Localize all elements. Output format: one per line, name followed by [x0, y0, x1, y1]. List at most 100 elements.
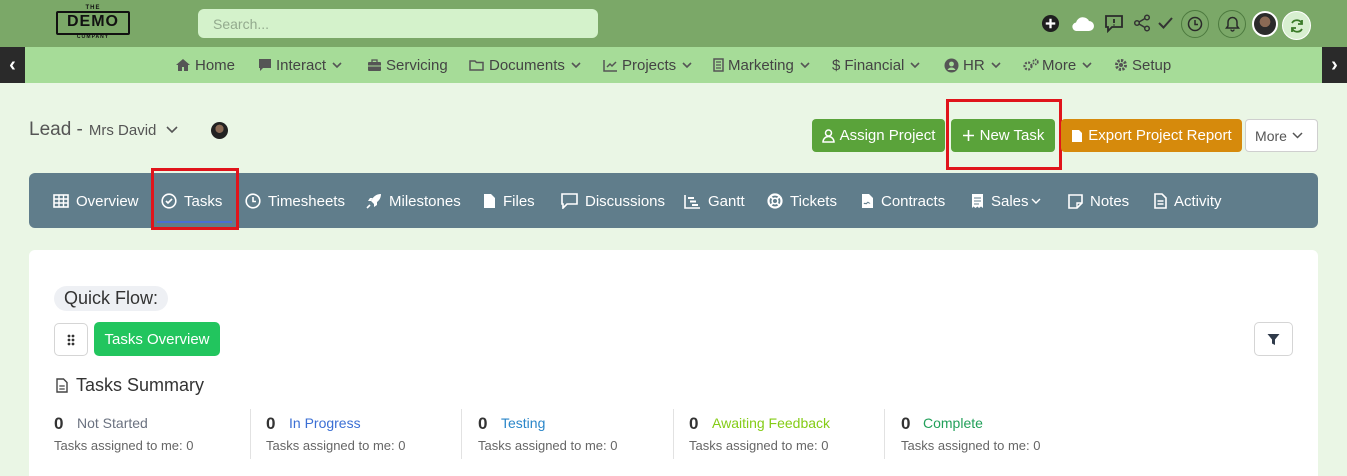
chevron-down-icon	[1031, 198, 1041, 204]
lead-selector[interactable]: Lead - Mrs David	[29, 119, 178, 141]
tab-gantt[interactable]: Gantt	[684, 190, 745, 212]
stat-count: 0	[689, 414, 699, 433]
stat-assigned: Tasks assigned to me: 0	[266, 438, 406, 453]
stat-status[interactable]: Not Started	[77, 415, 148, 431]
chevron-down-icon	[910, 61, 920, 68]
stat-testing: 0 Testing Tasks assigned to me: 0	[461, 409, 673, 459]
tab-discussions[interactable]: Discussions	[561, 190, 665, 212]
clock-icon[interactable]	[1181, 10, 1209, 38]
stat-status[interactable]: Awaiting Feedback	[712, 415, 830, 431]
nav-item-label: More	[1042, 56, 1077, 74]
tab-label: Milestones	[389, 192, 461, 210]
nav-item-label: Interact	[276, 56, 327, 74]
stat-status[interactable]: Complete	[923, 415, 983, 431]
tab-contracts[interactable]: Contracts	[861, 190, 945, 212]
nav-item-more[interactable]: More	[1022, 55, 1092, 75]
tab-label: Notes	[1090, 192, 1130, 210]
main-nav: ‹ › Home Interact Servicing Documents Pr…	[0, 47, 1347, 83]
nav-item-projects[interactable]: Projects	[603, 55, 692, 75]
user-circle-icon	[944, 58, 959, 72]
stat-assigned: Tasks assigned to me: 0	[54, 438, 194, 453]
nav-item-label: Projects	[622, 56, 677, 74]
tasks-tab-highlight	[151, 168, 239, 230]
stat-status[interactable]: Testing	[501, 415, 545, 431]
chevron-down-icon	[332, 61, 342, 68]
tab-label: Discussions	[585, 192, 666, 210]
contract-icon	[862, 194, 873, 208]
stat-awaiting-feedback: 0 Awaiting Feedback Tasks assigned to me…	[673, 409, 885, 459]
table-icon	[53, 194, 69, 208]
tab-notes[interactable]: Notes	[1068, 190, 1129, 212]
chevron-down-icon	[1292, 132, 1303, 139]
nav-item-label: Marketing	[728, 56, 794, 74]
assign-project-button[interactable]: Assign Project	[812, 119, 945, 152]
list-icon	[713, 58, 724, 72]
stat-count: 0	[901, 414, 911, 433]
share-icon[interactable]	[1131, 12, 1153, 34]
search-input[interactable]	[198, 9, 598, 38]
tab-activity[interactable]: Activity	[1154, 190, 1222, 212]
cloud-icon[interactable]	[1069, 12, 1095, 34]
lead-avatar[interactable]	[211, 122, 228, 139]
nav-scroll-left-icon[interactable]: ‹	[0, 47, 25, 83]
tasks-overview-button[interactable]: Tasks Overview	[94, 322, 220, 356]
nav-item-setup[interactable]: Setup	[1114, 55, 1171, 75]
nav-item-servicing[interactable]: Servicing	[367, 55, 448, 75]
nav-item-label: Setup	[1132, 56, 1172, 74]
tab-label: Tickets	[790, 192, 837, 210]
grid-toggle-button[interactable]	[54, 323, 88, 356]
bell-icon[interactable]	[1218, 10, 1246, 38]
tab-milestones[interactable]: Milestones	[366, 190, 461, 212]
gear-icon	[1115, 59, 1127, 71]
user-icon	[821, 128, 835, 143]
export-project-report-button[interactable]: Export Project Report	[1061, 119, 1242, 152]
stat-not-started: 0 Not Started Tasks assigned to me: 0	[54, 409, 266, 459]
user-avatar[interactable]	[1252, 11, 1278, 37]
nav-item-home[interactable]: Home	[175, 55, 235, 75]
grid-dots-icon	[67, 334, 75, 345]
chart-icon	[603, 59, 617, 72]
nav-item-label: Servicing	[386, 56, 448, 74]
nav-item-documents[interactable]: Documents	[469, 55, 581, 75]
stat-count: 0	[54, 414, 64, 433]
refresh-icon[interactable]	[1282, 11, 1311, 40]
tab-tickets[interactable]: Tickets	[767, 190, 837, 212]
tab-label: Gantt	[708, 192, 745, 210]
stat-status[interactable]: In Progress	[289, 415, 361, 431]
nav-item-financial[interactable]: $ Financial	[832, 55, 920, 75]
stat-count: 0	[478, 414, 488, 433]
lead-prefix: Lead -	[29, 119, 83, 140]
company-logo[interactable]: THE DEMO COMPANY	[54, 5, 132, 40]
chat-icon[interactable]	[1103, 12, 1125, 34]
tab-label: Contracts	[881, 192, 946, 210]
chevron-down-icon	[1082, 61, 1092, 68]
chevron-down-icon	[571, 61, 581, 68]
export-report-label: Export Project Report	[1088, 127, 1232, 144]
more-label: More	[1255, 127, 1287, 144]
nav-scroll-right-icon[interactable]: ›	[1322, 47, 1347, 83]
nav-item-label: HR	[963, 56, 985, 74]
nav-item-hr[interactable]: HR	[944, 55, 1001, 75]
lead-name: Mrs David	[88, 121, 157, 139]
plus-circle-icon[interactable]	[1039, 12, 1061, 34]
tab-sales[interactable]: Sales	[971, 190, 1048, 212]
tab-files[interactable]: Files	[483, 190, 535, 212]
check-icon[interactable]	[1154, 12, 1176, 34]
cogs-icon	[1023, 58, 1039, 71]
nav-item-label: Documents	[489, 56, 565, 74]
comment-icon	[561, 193, 578, 209]
chevron-down-icon	[166, 126, 178, 134]
stat-count: 0	[266, 414, 276, 433]
more-button[interactable]: More	[1245, 119, 1318, 152]
dollar-icon: $	[832, 56, 841, 74]
gantt-icon	[684, 194, 700, 209]
filter-button[interactable]	[1254, 322, 1293, 356]
quick-flow-label: Quick Flow:	[54, 286, 169, 311]
activity-icon	[1154, 193, 1167, 209]
folder-icon	[469, 59, 484, 71]
tab-overview[interactable]: Overview	[53, 190, 139, 212]
tab-timesheets[interactable]: Timesheets	[245, 190, 345, 212]
lifebuoy-icon	[767, 193, 783, 209]
nav-item-marketing[interactable]: Marketing	[713, 55, 810, 75]
nav-item-interact[interactable]: Interact	[258, 55, 342, 75]
